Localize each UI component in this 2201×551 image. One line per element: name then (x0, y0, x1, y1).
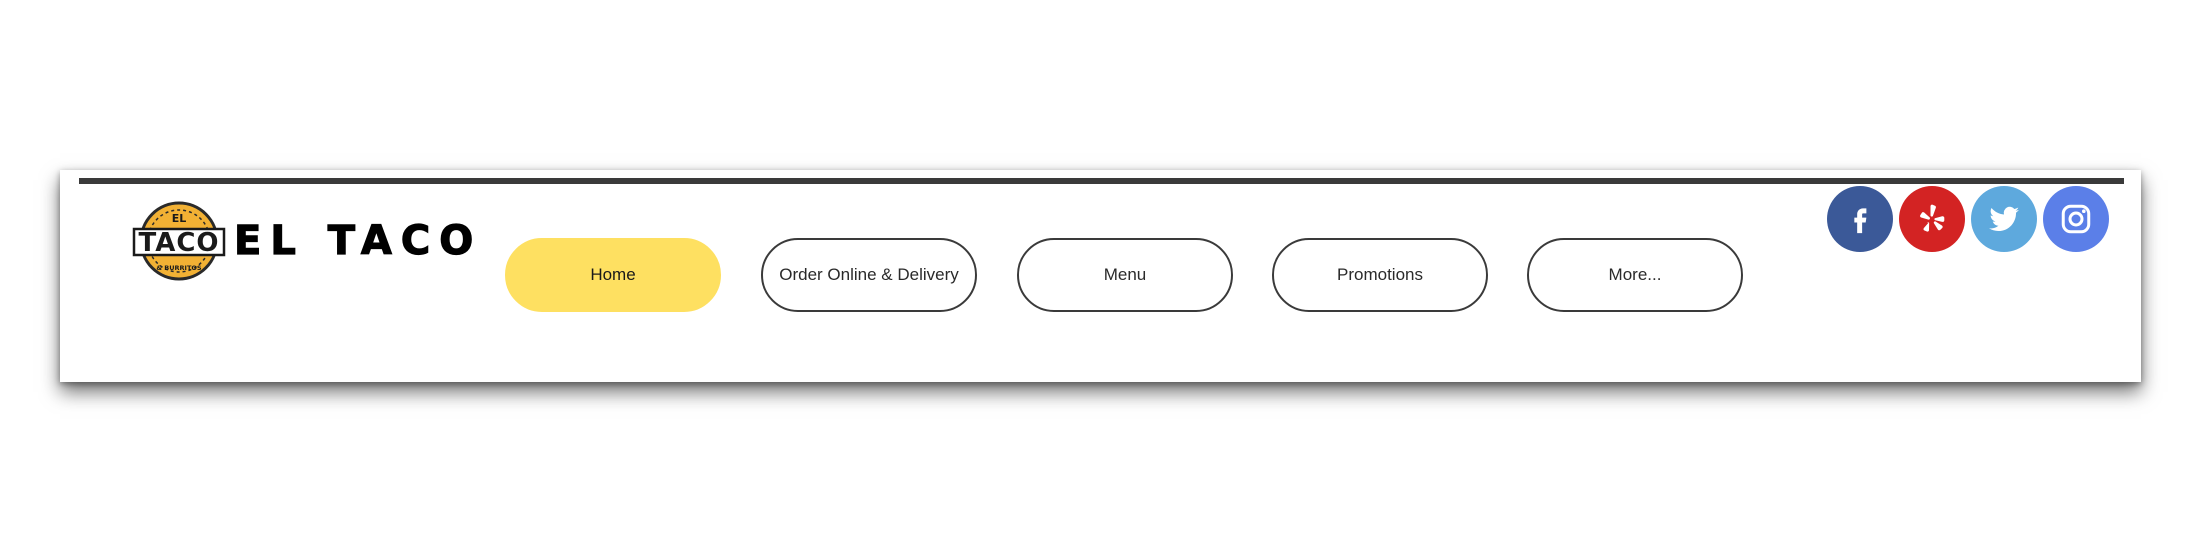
svg-text:TACO: TACO (138, 228, 219, 258)
site-header: EL TACO & BURRITOS EL TACO Home Order On… (60, 170, 2141, 382)
header-top-rule (79, 178, 2124, 184)
facebook-icon[interactable] (1827, 186, 1893, 252)
brand-name: EL TACO (233, 217, 483, 264)
svg-text:& BURRITOS: & BURRITOS (156, 264, 202, 272)
twitter-icon[interactable] (1971, 186, 2037, 252)
nav-order-online-button[interactable]: Order Online & Delivery (761, 238, 977, 312)
page: EL TACO & BURRITOS EL TACO Home Order On… (0, 0, 2201, 551)
brand-logo[interactable]: EL TACO & BURRITOS EL TACO (132, 200, 482, 282)
social-links (1827, 186, 2109, 252)
nav-promotions-button[interactable]: Promotions (1272, 238, 1488, 312)
svg-text:EL: EL (172, 212, 187, 225)
yelp-icon[interactable] (1899, 186, 1965, 252)
nav-home-button[interactable]: Home (505, 238, 721, 312)
instagram-icon[interactable] (2043, 186, 2109, 252)
taco-badge-icon: EL TACO & BURRITOS (132, 200, 226, 282)
nav-more-button[interactable]: More... (1527, 238, 1743, 312)
nav-menu-button[interactable]: Menu (1017, 238, 1233, 312)
